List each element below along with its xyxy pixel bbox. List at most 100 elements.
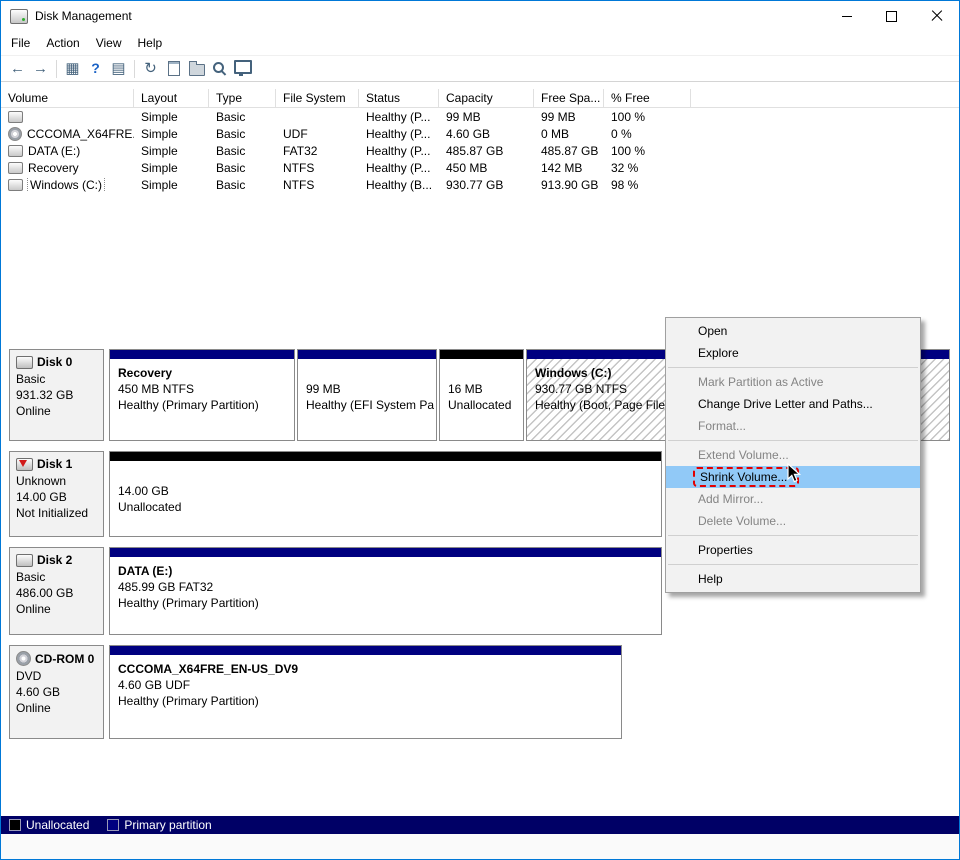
cell-percent-free: 100 % bbox=[604, 110, 691, 124]
volume-row-recovery[interactable]: RecoverySimpleBasicNTFSHealthy (P...450 … bbox=[1, 159, 959, 176]
legend-color-swatch bbox=[9, 819, 21, 831]
maximize-button[interactable] bbox=[869, 1, 914, 31]
disk-info-line: DVD bbox=[16, 669, 99, 683]
cell-status: Healthy (P... bbox=[359, 161, 439, 175]
console-window-button[interactable]: ▦ bbox=[61, 58, 84, 80]
volume-row-windows-c[interactable]: Windows (C:)SimpleBasicNTFSHealthy (B...… bbox=[1, 176, 959, 193]
column-header-free[interactable]: % Free bbox=[604, 89, 691, 107]
column-header-capacity[interactable]: Capacity bbox=[439, 89, 534, 107]
minimize-button[interactable] bbox=[824, 1, 869, 31]
help-button[interactable]: ? bbox=[84, 58, 107, 80]
console-tree-button[interactable]: ▤ bbox=[107, 58, 130, 80]
search-button[interactable] bbox=[208, 58, 231, 80]
disk-header-cd-rom-0[interactable]: CD-ROM 0DVD4.60 GBOnline bbox=[9, 645, 104, 739]
disk-info-line: Basic bbox=[16, 570, 99, 584]
partition-color-band bbox=[110, 452, 661, 461]
volume-row-data-e[interactable]: DATA (E:)SimpleBasicFAT32Healthy (P...48… bbox=[1, 142, 959, 159]
partition-strip: CCCOMA_X64FRE_EN-US_DV94.60 GB UDFHealth… bbox=[109, 645, 622, 739]
context-menu-item-explore[interactable]: Explore bbox=[666, 342, 920, 364]
disk-info-line: Basic bbox=[16, 372, 99, 386]
back-button[interactable]: ← bbox=[6, 58, 29, 80]
drive-icon bbox=[8, 179, 23, 191]
context-menu-item-open[interactable]: Open bbox=[666, 320, 920, 342]
volume-name: DATA (E:) bbox=[28, 144, 80, 158]
volume-row-unnamed[interactable]: SimpleBasicHealthy (P...99 MB99 MB100 % bbox=[1, 108, 959, 125]
menu-action[interactable]: Action bbox=[38, 32, 87, 54]
partition-unallocated[interactable]: 14.00 GBUnallocated bbox=[109, 451, 662, 537]
partition-color-band bbox=[298, 350, 436, 359]
disk-icon bbox=[16, 554, 33, 567]
partition-size: 450 MB NTFS bbox=[118, 382, 292, 398]
cell-layout: Simple bbox=[134, 127, 209, 141]
toolbar-separator bbox=[56, 60, 57, 78]
maximize-icon bbox=[886, 11, 897, 22]
rescan-disks-button[interactable] bbox=[162, 58, 185, 80]
cell-layout: Simple bbox=[134, 110, 209, 124]
cell-percent-free: 32 % bbox=[604, 161, 691, 175]
menu-help[interactable]: Help bbox=[130, 32, 171, 54]
disk-info-line: 486.00 GB bbox=[16, 586, 99, 600]
cell-free-space: 142 MB bbox=[534, 161, 604, 175]
partition-size: 14.00 GB bbox=[118, 484, 659, 500]
refresh-button[interactable]: ↻ bbox=[139, 58, 162, 80]
disk-name: Disk 1 bbox=[16, 457, 99, 471]
disk-header-disk-2[interactable]: Disk 2Basic486.00 GBOnline bbox=[9, 547, 104, 635]
menu-file[interactable]: File bbox=[3, 32, 38, 54]
partition-data-e[interactable]: DATA (E:)485.99 GB FAT32Healthy (Primary… bbox=[109, 547, 662, 635]
partition-healthy-efi-system-part[interactable]: 99 MBHealthy (EFI System Part bbox=[297, 349, 437, 441]
volume-name-cell bbox=[1, 111, 134, 123]
partition-size: 99 MB bbox=[306, 382, 434, 398]
cell-capacity: 930.77 GB bbox=[439, 178, 534, 192]
drive-icon bbox=[8, 162, 23, 174]
context-menu-item-mark-partition-as-active: Mark Partition as Active bbox=[666, 371, 920, 393]
cell-file-system: FAT32 bbox=[276, 144, 359, 158]
disk-row-cd-rom-0: CD-ROM 0DVD4.60 GBOnlineCCCOMA_X64FRE_EN… bbox=[9, 645, 959, 739]
title-bar: Disk Management bbox=[1, 1, 959, 31]
context-menu-item-properties[interactable]: Properties bbox=[666, 539, 920, 561]
partition-status: Healthy (Primary Partition) bbox=[118, 694, 619, 710]
column-header-free-spa[interactable]: Free Spa... bbox=[534, 89, 604, 107]
properties-button[interactable] bbox=[231, 58, 254, 80]
back-icon: ← bbox=[10, 61, 25, 76]
partition-title bbox=[306, 366, 434, 382]
context-menu-item-help[interactable]: Help bbox=[666, 568, 920, 590]
cell-type: Basic bbox=[209, 127, 276, 141]
disk-header-disk-0[interactable]: Disk 0Basic931.32 GBOnline bbox=[9, 349, 104, 441]
partition-status: Healthy (Primary Partition) bbox=[118, 398, 292, 414]
column-header-type[interactable]: Type bbox=[209, 89, 276, 107]
volume-table-header: VolumeLayoutTypeFile SystemStatusCapacit… bbox=[1, 89, 959, 108]
column-header-file-system[interactable]: File System bbox=[276, 89, 359, 107]
open-folder-button[interactable] bbox=[185, 58, 208, 80]
forward-button[interactable]: → bbox=[29, 58, 52, 80]
volume-name: Recovery bbox=[28, 161, 79, 175]
context-menu-item-change-drive-letter-and-paths[interactable]: Change Drive Letter and Paths... bbox=[666, 393, 920, 415]
column-header-layout[interactable]: Layout bbox=[134, 89, 209, 107]
toolbar: ← → ▦ ? ▤ ↻ bbox=[1, 56, 959, 82]
menu-view[interactable]: View bbox=[88, 32, 130, 54]
toolbar-separator bbox=[134, 60, 135, 78]
column-header-status[interactable]: Status bbox=[359, 89, 439, 107]
partition-size: 485.99 GB FAT32 bbox=[118, 580, 659, 596]
volume-name-cell: Windows (C:) bbox=[1, 178, 134, 192]
partition-size: 16 MB bbox=[448, 382, 521, 398]
close-button[interactable] bbox=[914, 1, 959, 31]
context-menu: OpenExplore Mark Partition as ActiveChang… bbox=[665, 317, 921, 593]
cell-layout: Simple bbox=[134, 144, 209, 158]
cell-free-space: 0 MB bbox=[534, 127, 604, 141]
menu-separator bbox=[668, 564, 918, 565]
volume-row-cccoma-x64fre[interactable]: CCCOMA_X64FRE...SimpleBasicUDFHealthy (P… bbox=[1, 125, 959, 142]
partition-cccoma-x64fre-en-us-dv9[interactable]: CCCOMA_X64FRE_EN-US_DV94.60 GB UDFHealth… bbox=[109, 645, 622, 739]
partition-unallocated[interactable]: 16 MBUnallocated bbox=[439, 349, 524, 441]
partition-recovery[interactable]: Recovery450 MB NTFSHealthy (Primary Part… bbox=[109, 349, 295, 441]
cd-icon bbox=[8, 127, 22, 141]
column-header-volume[interactable]: Volume bbox=[1, 89, 134, 107]
cell-type: Basic bbox=[209, 178, 276, 192]
cell-status: Healthy (P... bbox=[359, 144, 439, 158]
partition-title: DATA (E:) bbox=[118, 564, 659, 580]
disk-info-line: 4.60 GB bbox=[16, 685, 99, 699]
menu-separator bbox=[668, 535, 918, 536]
context-menu-item-delete-volume: Delete Volume... bbox=[666, 510, 920, 532]
disk-header-disk-1[interactable]: Disk 1Unknown14.00 GBNot Initialized bbox=[9, 451, 104, 537]
disk-name: CD-ROM 0 bbox=[16, 651, 99, 666]
volume-name: Windows (C:) bbox=[28, 178, 104, 192]
